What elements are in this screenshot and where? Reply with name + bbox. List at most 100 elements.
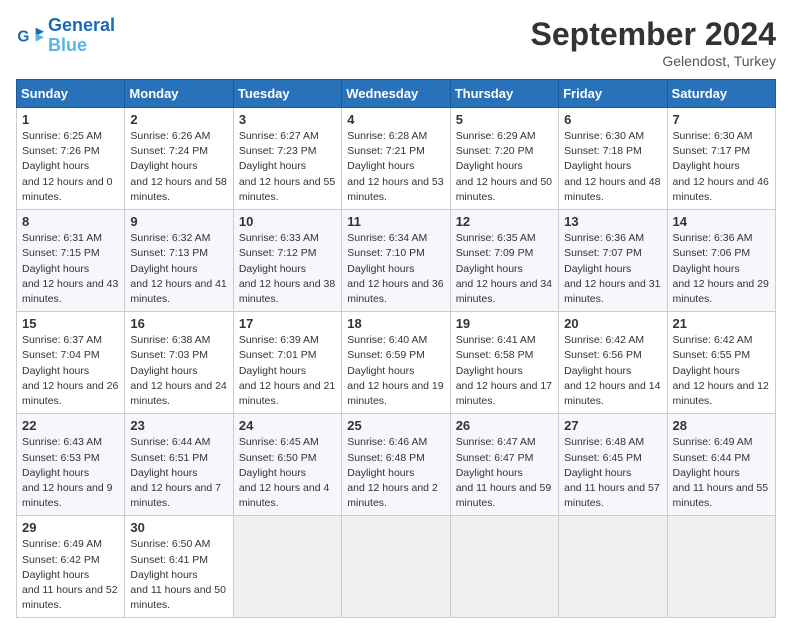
day-info: Sunrise: 6:43 AMSunset: 6:53 PMDaylight … (22, 435, 119, 511)
svg-text:G: G (17, 28, 29, 45)
day-info: Sunrise: 6:44 AMSunset: 6:51 PMDaylight … (130, 435, 227, 511)
day-number: 29 (22, 520, 119, 535)
calendar-cell (667, 516, 775, 618)
calendar-cell: 29 Sunrise: 6:49 AMSunset: 6:42 PMDayligh… (17, 516, 125, 618)
calendar-cell: 21 Sunrise: 6:42 AMSunset: 6:55 PMDayligh… (667, 312, 775, 414)
day-number: 8 (22, 214, 119, 229)
day-info: Sunrise: 6:25 AMSunset: 7:26 PMDaylight … (22, 129, 119, 205)
calendar-cell (342, 516, 450, 618)
calendar-cell (233, 516, 341, 618)
day-number: 21 (673, 316, 770, 331)
calendar-cell: 14 Sunrise: 6:36 AMSunset: 7:06 PMDayligh… (667, 210, 775, 312)
calendar-cell: 9Sunrise: 6:32 AMSunset: 7:13 PMDaylight… (125, 210, 233, 312)
calendar-cell: 28Sunrise: 6:49 AMSunset: 6:44 PMDayligh… (667, 414, 775, 516)
day-info: Sunrise: 6:38 AMSunset: 7:03 PMDaylight … (130, 333, 227, 409)
day-info: Sunrise: 6:37 AMSunset: 7:04 PMDaylight … (22, 333, 119, 409)
day-info: Sunrise: 6:40 AMSunset: 6:59 PMDaylight … (347, 333, 444, 409)
day-number: 23 (130, 418, 227, 433)
calendar-cell: 10 Sunrise: 6:33 AMSunset: 7:12 PMDayligh… (233, 210, 341, 312)
day-number: 26 (456, 418, 553, 433)
dow-header-tuesday: Tuesday (233, 80, 341, 108)
logo: G General Blue (16, 16, 115, 56)
logo-icon: G (16, 22, 44, 50)
day-info: Sunrise: 6:49 AMSunset: 6:42 PMDaylight … (22, 537, 119, 613)
day-info: Sunrise: 6:29 AMSunset: 7:20 PMDaylight … (456, 129, 553, 205)
day-number: 10 (239, 214, 336, 229)
day-number: 9 (130, 214, 227, 229)
calendar-cell: 8Sunrise: 6:31 AMSunset: 7:15 PMDaylight… (17, 210, 125, 312)
dow-header-thursday: Thursday (450, 80, 558, 108)
day-info: Sunrise: 6:28 AMSunset: 7:21 PMDaylight … (347, 129, 444, 205)
dow-header-monday: Monday (125, 80, 233, 108)
day-number: 22 (22, 418, 119, 433)
calendar-cell: 26 Sunrise: 6:47 AMSunset: 6:47 PMDayligh… (450, 414, 558, 516)
day-info: Sunrise: 6:49 AMSunset: 6:44 PMDaylight … (673, 435, 770, 511)
calendar-cell: 2 Sunrise: 6:26 AMSunset: 7:24 PMDaylight… (125, 108, 233, 210)
day-number: 16 (130, 316, 227, 331)
calendar-cell: 17 Sunrise: 6:39 AMSunset: 7:01 PMDayligh… (233, 312, 341, 414)
day-info: Sunrise: 6:27 AMSunset: 7:23 PMDaylight … (239, 129, 336, 205)
calendar-cell: 19 Sunrise: 6:41 AMSunset: 6:58 PMDayligh… (450, 312, 558, 414)
calendar-cell: 15 Sunrise: 6:37 AMSunset: 7:04 PMDayligh… (17, 312, 125, 414)
day-info: Sunrise: 6:30 AMSunset: 7:18 PMDaylight … (564, 129, 661, 205)
calendar-cell (450, 516, 558, 618)
calendar-cell: 13 Sunrise: 6:36 AMSunset: 7:07 PMDayligh… (559, 210, 667, 312)
location-subtitle: Gelendost, Turkey (531, 53, 776, 69)
calendar-table: SundayMondayTuesdayWednesdayThursdayFrid… (16, 79, 776, 618)
day-info: Sunrise: 6:36 AMSunset: 7:07 PMDaylight … (564, 231, 661, 307)
day-number: 4 (347, 112, 444, 127)
day-info: Sunrise: 6:34 AMSunset: 7:10 PMDaylight … (347, 231, 444, 307)
day-info: Sunrise: 6:48 AMSunset: 6:45 PMDaylight … (564, 435, 661, 511)
day-number: 20 (564, 316, 661, 331)
day-info: Sunrise: 6:50 AMSunset: 6:41 PMDaylight … (130, 537, 227, 613)
calendar-cell: 25Sunrise: 6:46 AMSunset: 6:48 PMDayligh… (342, 414, 450, 516)
day-info: Sunrise: 6:46 AMSunset: 6:48 PMDaylight … (347, 435, 444, 511)
calendar-cell: 6 Sunrise: 6:30 AMSunset: 7:18 PMDaylight… (559, 108, 667, 210)
day-number: 3 (239, 112, 336, 127)
day-info: Sunrise: 6:35 AMSunset: 7:09 PMDaylight … (456, 231, 553, 307)
calendar-cell: 24 Sunrise: 6:45 AMSunset: 6:50 PMDayligh… (233, 414, 341, 516)
day-number: 1 (22, 112, 119, 127)
day-number: 24 (239, 418, 336, 433)
calendar-cell: 1 Sunrise: 6:25 AMSunset: 7:26 PMDaylight… (17, 108, 125, 210)
calendar-cell: 3 Sunrise: 6:27 AMSunset: 7:23 PMDaylight… (233, 108, 341, 210)
day-info: Sunrise: 6:30 AMSunset: 7:17 PMDaylight … (673, 129, 770, 205)
day-number: 7 (673, 112, 770, 127)
calendar-cell: 16 Sunrise: 6:38 AMSunset: 7:03 PMDayligh… (125, 312, 233, 414)
day-number: 19 (456, 316, 553, 331)
calendar-cell: 18 Sunrise: 6:40 AMSunset: 6:59 PMDayligh… (342, 312, 450, 414)
day-info: Sunrise: 6:45 AMSunset: 6:50 PMDaylight … (239, 435, 336, 511)
calendar-week-1: 1 Sunrise: 6:25 AMSunset: 7:26 PMDaylight… (17, 108, 776, 210)
day-number: 14 (673, 214, 770, 229)
day-info: Sunrise: 6:39 AMSunset: 7:01 PMDaylight … (239, 333, 336, 409)
day-number: 5 (456, 112, 553, 127)
day-info: Sunrise: 6:26 AMSunset: 7:24 PMDaylight … (130, 129, 227, 205)
day-info: Sunrise: 6:33 AMSunset: 7:12 PMDaylight … (239, 231, 336, 307)
calendar-cell: 27Sunrise: 6:48 AMSunset: 6:45 PMDayligh… (559, 414, 667, 516)
page-header: G General Blue September 2024 Gelendost,… (16, 16, 776, 69)
day-info: Sunrise: 6:41 AMSunset: 6:58 PMDaylight … (456, 333, 553, 409)
calendar-week-5: 29 Sunrise: 6:49 AMSunset: 6:42 PMDayligh… (17, 516, 776, 618)
dow-header-friday: Friday (559, 80, 667, 108)
dow-header-wednesday: Wednesday (342, 80, 450, 108)
day-number: 17 (239, 316, 336, 331)
title-area: September 2024 Gelendost, Turkey (531, 16, 776, 69)
day-number: 2 (130, 112, 227, 127)
calendar-cell: 11 Sunrise: 6:34 AMSunset: 7:10 PMDayligh… (342, 210, 450, 312)
calendar-cell: 30Sunrise: 6:50 AMSunset: 6:41 PMDayligh… (125, 516, 233, 618)
day-info: Sunrise: 6:36 AMSunset: 7:06 PMDaylight … (673, 231, 770, 307)
dow-header-sunday: Sunday (17, 80, 125, 108)
day-number: 18 (347, 316, 444, 331)
day-info: Sunrise: 6:47 AMSunset: 6:47 PMDaylight … (456, 435, 553, 511)
calendar-cell (559, 516, 667, 618)
calendar-week-2: 8Sunrise: 6:31 AMSunset: 7:15 PMDaylight… (17, 210, 776, 312)
day-number: 13 (564, 214, 661, 229)
calendar-cell: 23 Sunrise: 6:44 AMSunset: 6:51 PMDayligh… (125, 414, 233, 516)
calendar-week-3: 15 Sunrise: 6:37 AMSunset: 7:04 PMDayligh… (17, 312, 776, 414)
calendar-cell: 5 Sunrise: 6:29 AMSunset: 7:20 PMDaylight… (450, 108, 558, 210)
day-number: 15 (22, 316, 119, 331)
day-number: 6 (564, 112, 661, 127)
calendar-cell: 7 Sunrise: 6:30 AMSunset: 7:17 PMDaylight… (667, 108, 775, 210)
day-info: Sunrise: 6:42 AMSunset: 6:55 PMDaylight … (673, 333, 770, 409)
day-number: 11 (347, 214, 444, 229)
